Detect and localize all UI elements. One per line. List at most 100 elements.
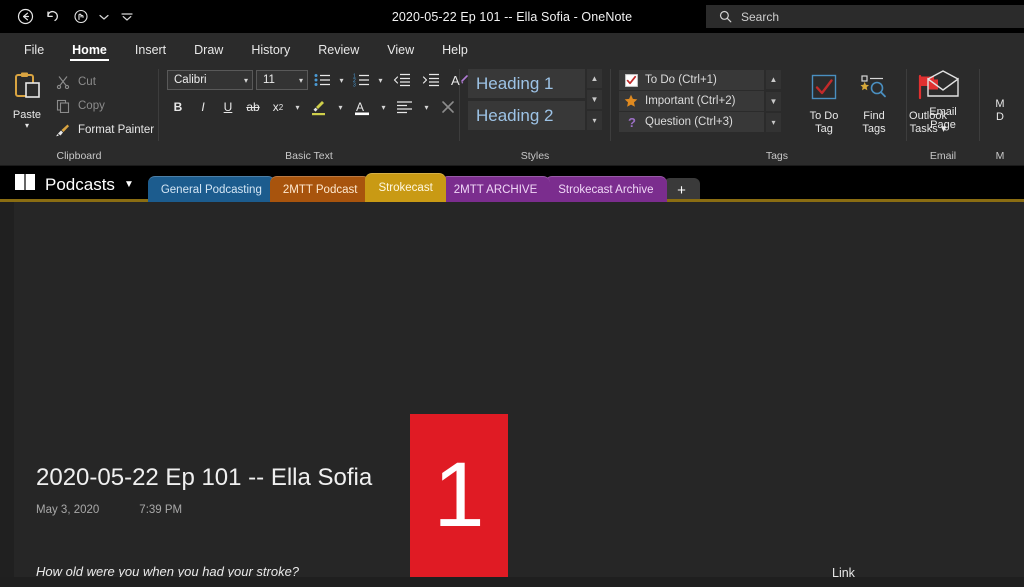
- ribbon: Paste ▾ Cut: [0, 61, 1024, 166]
- copy-button[interactable]: Copy: [54, 96, 154, 116]
- ribbon-group-tag-buttons: To DoTag FindTags OutlookTasks ▾: [796, 61, 906, 166]
- ribbon-group-styles: Heading 1 Heading 2 ▲ ▼ ▾ Styles: [460, 61, 610, 166]
- copy-icon: [54, 99, 71, 113]
- format-painter-button[interactable]: Format Painter: [54, 120, 154, 140]
- bold-button[interactable]: B: [167, 96, 189, 118]
- strikethrough-button[interactable]: ab: [242, 96, 264, 118]
- search-placeholder: Search: [741, 10, 779, 24]
- style-heading-2[interactable]: Heading 2: [468, 101, 585, 130]
- decrease-indent-button[interactable]: [389, 69, 415, 91]
- search-input[interactable]: Search: [706, 5, 1024, 28]
- svg-text:A: A: [451, 73, 460, 88]
- section-tab-general-podcasting[interactable]: General Podcasting: [148, 176, 275, 202]
- svg-text:?: ?: [628, 115, 636, 129]
- meeting-details-button[interactable]: MD: [980, 66, 1020, 124]
- envelope-icon: [926, 70, 960, 103]
- paintbrush-icon: [54, 123, 71, 137]
- question-list[interactable]: How old were you when you had your strok…: [36, 562, 299, 577]
- star-icon: [624, 94, 638, 108]
- page-title[interactable]: 2020-05-22 Ep 101 -- Ella Sofia: [36, 464, 372, 492]
- styles-group-label: Styles: [460, 150, 610, 166]
- tag-important[interactable]: Important (Ctrl+2): [619, 91, 764, 111]
- highlight-button[interactable]: [306, 96, 332, 118]
- italic-label: I: [201, 100, 204, 114]
- paste-caret-icon[interactable]: ▾: [25, 123, 29, 129]
- italic-button[interactable]: I: [192, 96, 214, 118]
- svg-text:A: A: [356, 100, 364, 114]
- styles-scroll-up-button[interactable]: ▲: [587, 69, 602, 88]
- svg-text:3: 3: [353, 83, 356, 88]
- tab-view[interactable]: View: [373, 44, 428, 62]
- font-name-combobox[interactable]: Calibri ▾: [167, 70, 253, 90]
- find-tags-label-1: Find: [863, 110, 884, 122]
- tags-scroll-down-button[interactable]: ▼: [766, 92, 781, 111]
- bullets-caret-icon[interactable]: ▾: [336, 76, 347, 85]
- list-item: How old were you when you had your strok…: [36, 562, 299, 577]
- section-tab-2mtt-podcast[interactable]: 2MTT Podcast: [270, 176, 371, 202]
- styles-more-button[interactable]: ▾: [587, 111, 602, 130]
- section-tab-strokecast-archive[interactable]: Strokecast Archive: [545, 176, 666, 202]
- paste-button[interactable]: Paste ▾: [0, 66, 54, 140]
- tab-insert[interactable]: Insert: [121, 44, 180, 62]
- tab-help[interactable]: Help: [428, 44, 482, 62]
- copy-label: Copy: [78, 100, 105, 112]
- tags-more-button[interactable]: ▾: [766, 113, 781, 132]
- cut-button[interactable]: Cut: [54, 72, 154, 92]
- paste-icon: [11, 70, 43, 107]
- touch-mode-icon[interactable]: [68, 5, 94, 29]
- notebook-name: Podcasts: [45, 175, 115, 195]
- tab-home[interactable]: Home: [58, 44, 121, 62]
- chevron-down-icon[interactable]: ▼: [124, 179, 134, 190]
- tag-question[interactable]: ? Question (Ctrl+3): [619, 112, 764, 132]
- find-tags-icon: [859, 72, 889, 107]
- chevron-down-icon[interactable]: [96, 5, 112, 29]
- clear-all-formatting-button[interactable]: [435, 96, 461, 118]
- number-block-1: 1: [410, 414, 508, 577]
- increase-indent-button[interactable]: [418, 69, 444, 91]
- ribbon-group-meetings: MD M: [980, 61, 1020, 166]
- section-tabs: General Podcasting 2MTT Podcast Strokeca…: [148, 166, 700, 202]
- search-icon: [719, 10, 732, 23]
- subscript-button[interactable]: x2: [267, 96, 289, 118]
- ribbon-group-email: EmailPage Email: [907, 61, 979, 166]
- quick-access-toolbar: [0, 5, 140, 29]
- back-arrow-icon[interactable]: [12, 5, 38, 29]
- caret-down-bar-icon[interactable]: [114, 5, 140, 29]
- paragraph-alignment-button[interactable]: [392, 96, 418, 118]
- bullets-button[interactable]: [311, 69, 333, 91]
- tags-scroll-up-button[interactable]: ▲: [766, 70, 781, 89]
- tag-to-do[interactable]: To Do (Ctrl+1): [619, 70, 764, 90]
- ribbon-tab-bar: File Home Insert Draw History Review Vie…: [0, 33, 1024, 61]
- tab-file[interactable]: File: [10, 44, 58, 62]
- undo-icon[interactable]: [40, 5, 66, 29]
- tag-question-label: Question (Ctrl+3): [645, 116, 733, 128]
- font-size-combobox[interactable]: 11 ▾: [256, 70, 308, 90]
- email-page-label-2: Page: [930, 119, 956, 131]
- section-tab-strokecast[interactable]: Strokecast: [365, 173, 445, 202]
- links-block[interactable]: Link Retrainyourbrain.ca Instagram.com/e…: [832, 564, 999, 577]
- numbering-caret-icon[interactable]: ▾: [375, 76, 386, 85]
- to-do-tag-button[interactable]: To DoTag: [800, 68, 848, 136]
- tags-group-label: Tags: [611, 150, 796, 166]
- notebook-selector[interactable]: Podcasts ▼: [0, 173, 148, 202]
- tab-draw[interactable]: Draw: [180, 44, 237, 62]
- tab-review[interactable]: Review: [304, 44, 373, 62]
- numbering-button[interactable]: 123: [350, 69, 372, 91]
- style-heading-1[interactable]: Heading 1: [468, 69, 585, 98]
- subscript-caret-icon[interactable]: ▾: [292, 103, 303, 112]
- find-tags-button[interactable]: FindTags: [850, 68, 898, 136]
- font-color-button[interactable]: A: [349, 96, 375, 118]
- email-page-button[interactable]: EmailPage: [912, 66, 974, 132]
- clipboard-group-label: Clipboard: [0, 150, 158, 166]
- highlight-caret-icon[interactable]: ▾: [335, 103, 346, 112]
- font-size-value: 11: [263, 74, 275, 86]
- font-color-caret-icon[interactable]: ▾: [378, 103, 389, 112]
- subscript-sub-label: 2: [279, 103, 283, 112]
- underline-button[interactable]: U: [217, 96, 239, 118]
- section-tab-2mtt-archive[interactable]: 2MTT ARCHIVE: [441, 176, 551, 202]
- tab-history[interactable]: History: [237, 44, 304, 62]
- page-left-rail: [0, 202, 14, 577]
- page-canvas[interactable]: 1 2 2020-05-22 Ep 101 -- Ella Sofia May …: [0, 202, 1024, 577]
- styles-scroll-down-button[interactable]: ▼: [587, 90, 602, 109]
- alignment-caret-icon[interactable]: ▾: [421, 103, 432, 112]
